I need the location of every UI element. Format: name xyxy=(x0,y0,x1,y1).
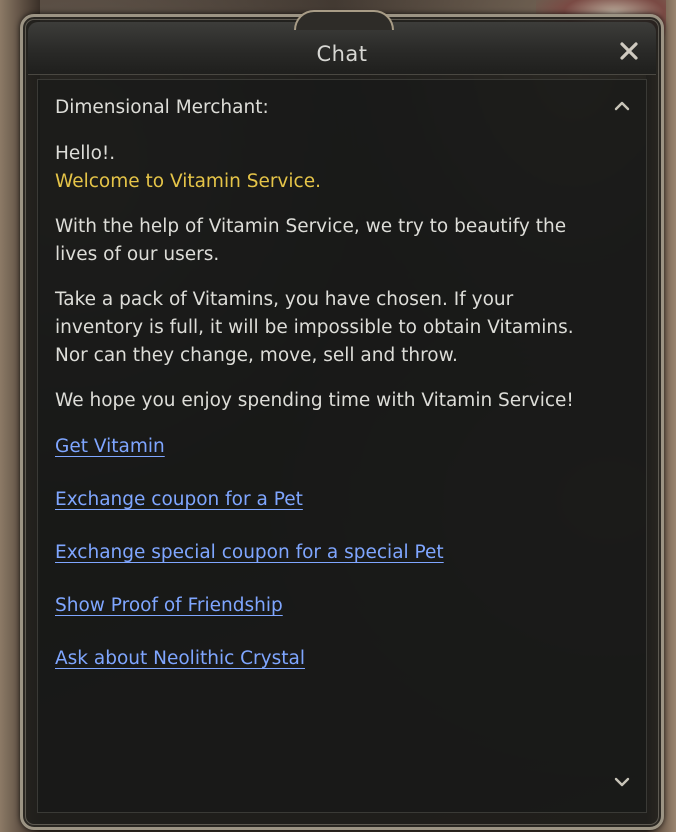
greeting-text: Hello!. xyxy=(55,143,116,164)
chat-window: Chat Dimensional Merchant: Hello!. Welco… xyxy=(20,10,664,830)
paragraph-1: With the help of Vitamin Service, we try… xyxy=(55,216,567,265)
chevron-down-icon xyxy=(614,777,630,787)
link-ask-neolithic-crystal[interactable]: Ask about Neolithic Crystal xyxy=(55,645,305,673)
link-exchange-special-coupon[interactable]: Exchange special coupon for a special Pe… xyxy=(55,539,444,567)
title-ornament xyxy=(294,10,394,30)
window-title: Chat xyxy=(316,42,368,66)
scroll-down-button[interactable] xyxy=(610,774,634,794)
speaker-name: Dimensional Merchant: xyxy=(55,97,269,118)
link-exchange-coupon-pet[interactable]: Exchange coupon for a Pet xyxy=(55,486,303,514)
dialog-content: Dimensional Merchant: Hello!. Welcome to… xyxy=(37,79,647,813)
dialog-links: Get Vitamin Exchange coupon for a Pet Ex… xyxy=(55,433,606,698)
close-icon xyxy=(620,42,638,60)
paragraph-2: Take a pack of Vitamins, you have chosen… xyxy=(55,289,574,366)
welcome-text: Welcome to Vitamin Service. xyxy=(55,171,321,192)
paragraph-3: We hope you enjoy spending time with Vit… xyxy=(55,390,574,411)
dialog-text: Dimensional Merchant: Hello!. Welcome to… xyxy=(55,94,606,698)
link-show-proof-friendship[interactable]: Show Proof of Friendship xyxy=(55,592,283,620)
title-bar[interactable]: Chat xyxy=(28,10,656,75)
chevron-up-icon xyxy=(614,101,630,111)
scroll-up-button[interactable] xyxy=(610,98,634,118)
link-get-vitamin[interactable]: Get Vitamin xyxy=(55,433,165,461)
close-button[interactable] xyxy=(616,38,642,64)
